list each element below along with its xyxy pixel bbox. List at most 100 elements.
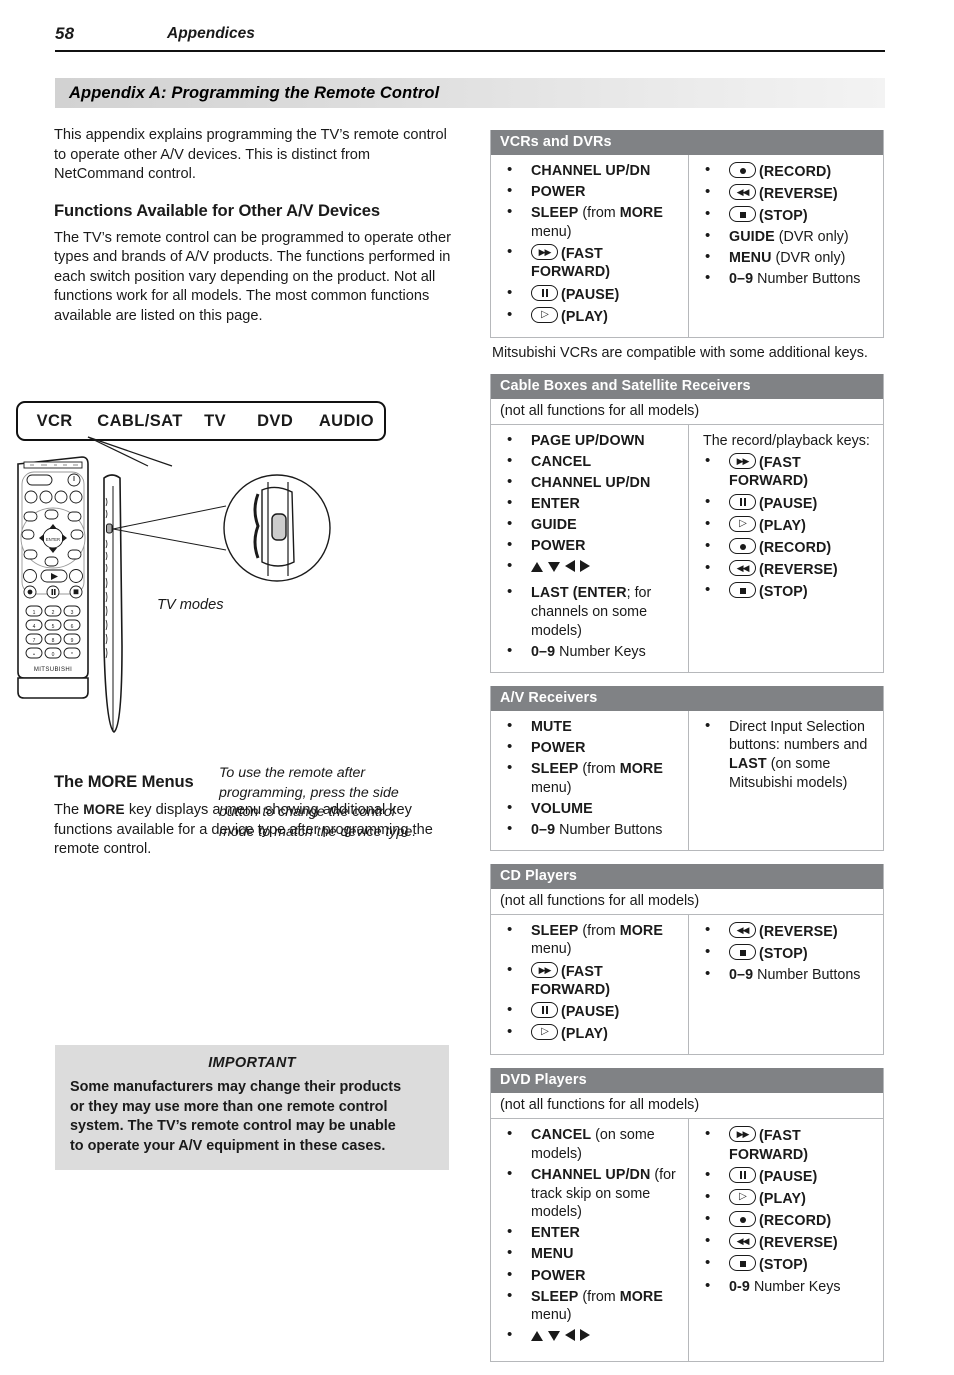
table-column-left: CHANNEL UP/DNPOWERSLEEP (from MORE menu)…	[491, 155, 689, 337]
key-list-item: ENTER	[499, 1223, 682, 1243]
svg-text:2: 2	[52, 610, 55, 616]
table-body: MUTEPOWERSLEEP (from MORE menu)VOLUME0–9…	[491, 710, 883, 850]
fast-forward-icon: ▶▶	[729, 452, 756, 469]
key-list-item: ◀◀(REVERSE)	[697, 1232, 877, 1253]
table-body: PAGE UP/DOWNCANCELCHANNEL UP/DNENTERGUID…	[491, 424, 883, 672]
table-body: SLEEP (from MORE menu)▶▶(FAST FORWARD)(P…	[491, 914, 883, 1055]
key-list-item: (PAUSE)	[697, 1166, 877, 1187]
key-list-item: MENU	[499, 1244, 682, 1264]
key-list-item: ▶▶(FAST FORWARD)	[697, 452, 877, 491]
table-spacer	[490, 1362, 884, 1375]
table-spacer	[490, 851, 884, 864]
key-list-item: ▶▶(FAST FORWARD)	[697, 1125, 877, 1164]
key-list-item: CANCEL	[499, 452, 682, 472]
key-list-item: SLEEP (from MORE menu)	[499, 203, 682, 241]
svg-text:ENTER: ENTER	[46, 537, 60, 542]
key-list-item: 0-9 Number Keys	[697, 1277, 877, 1297]
more-key-label: MORE	[83, 802, 125, 817]
key-list-item: VOLUME	[499, 799, 682, 819]
key-list: ▶▶(FAST FORWARD)(PAUSE)▷(PLAY)(RECORD)◀◀…	[697, 1125, 877, 1297]
important-box: IMPORTANT Some manufacturers may change …	[55, 1045, 449, 1170]
key-list-item: 0–9 Number Keys	[499, 642, 682, 662]
key-list-item: POWER	[499, 1266, 682, 1286]
table-spacer	[490, 1055, 884, 1068]
table-spacer	[490, 361, 884, 374]
reverse-icon: ◀◀	[729, 184, 756, 201]
table-column-right: The record/playback keys: ▶▶(FAST FORWARD…	[689, 425, 883, 672]
table-spacer	[490, 673, 884, 686]
svg-text:6: 6	[71, 624, 74, 630]
key-list-item: ▷(PLAY)	[697, 515, 877, 536]
key-list-item: SLEEP (from MORE menu)	[499, 759, 682, 797]
table-note: (not all functions for all models)	[491, 888, 883, 915]
key-list-item: 0–9 Number Buttons	[499, 820, 682, 840]
direction-arrows-icon	[531, 1329, 595, 1351]
table-header: CD Players	[491, 863, 883, 889]
fast-forward-icon: ▶▶	[729, 1126, 756, 1143]
pause-icon	[729, 493, 756, 510]
key-list-item: MUTE	[499, 717, 682, 737]
key-list-item: ▷(PLAY)	[499, 306, 682, 327]
table-header: A/V Receivers	[491, 685, 883, 711]
remote-front-view: ENTER 1 2 3 4 5 6 7 8 9 • 0 * MITSUBISHI	[17, 456, 89, 699]
key-list-item: (RECORD)	[697, 161, 877, 182]
table-column-left: CANCEL (on some models)CHANNEL UP/DN (fo…	[491, 1119, 689, 1362]
key-list-item: PAGE UP/DOWN	[499, 431, 682, 451]
table-note: (not all functions for all models)	[491, 398, 883, 425]
key-list-item	[499, 557, 682, 582]
key-list-item: (PAUSE)	[499, 284, 682, 305]
reverse-icon: ◀◀	[729, 1233, 756, 1250]
key-list-item: GUIDE	[499, 515, 682, 535]
table-body: CANCEL (on some models)CHANNEL UP/DN (fo…	[491, 1119, 883, 1362]
key-list-item: 0–9 Number Buttons	[697, 965, 877, 985]
header-rule	[55, 50, 885, 52]
key-list-item: 0–9 Number Buttons	[697, 269, 877, 289]
document-page: 58 Appendices Appendix A: Programming th…	[0, 0, 954, 1363]
table-column-left: MUTEPOWERSLEEP (from MORE menu)VOLUME0–9…	[491, 710, 689, 850]
stop-icon	[729, 206, 756, 223]
magnifier-callout	[112, 474, 331, 582]
key-list-item: SLEEP (from MORE menu)	[499, 1287, 682, 1325]
stop-icon	[729, 943, 756, 960]
play-icon: ▷	[729, 1189, 756, 1206]
more-text-before: The	[54, 802, 84, 818]
remote-brand-label: MITSUBISHI	[34, 667, 72, 673]
fast-forward-icon: ▶▶	[531, 961, 558, 978]
key-list-item: ▶▶(FAST FORWARD)	[499, 961, 682, 1000]
key-list-item: POWER	[499, 738, 682, 758]
table-column-left: SLEEP (from MORE menu)▶▶(FAST FORWARD)(P…	[491, 914, 689, 1055]
table: CD Players (not all functions for all mod…	[490, 863, 884, 1056]
key-list-item: CHANNEL UP/DN	[499, 161, 682, 181]
key-list-item: (STOP)	[697, 205, 877, 226]
svg-text:*: *	[71, 652, 73, 658]
record-icon	[729, 1211, 756, 1228]
key-list-item: ▷(PLAY)	[499, 1023, 682, 1044]
key-list: Direct Input Selection buttons: numbers …	[697, 717, 877, 792]
device-function-tables: VCRs and DVRsCHANNEL UP/DNPOWERSLEEP (fr…	[490, 130, 884, 1375]
remote-figure: VCR CABL/SAT TV DVD AUDIO ENTER 1 2 3 4 …	[0, 126, 416, 840]
section-title: Appendices	[167, 25, 255, 42]
record-icon	[729, 537, 756, 554]
play-icon: ▷	[531, 306, 558, 323]
table-after-note: Mitsubishi VCRs are compatible with some…	[492, 344, 868, 361]
more-menus-paragraph: The MORE key displays a menu showing add…	[54, 800, 458, 860]
key-list: CANCEL (on some models)CHANNEL UP/DN (fo…	[499, 1125, 682, 1351]
svg-text:7: 7	[33, 638, 36, 644]
reverse-icon: ◀◀	[729, 559, 756, 576]
heading-more-menus: The MORE Menus	[54, 772, 194, 791]
pause-icon	[729, 1167, 756, 1184]
running-head: 58 Appendices	[55, 24, 885, 54]
tv-modes-label: TV modes	[157, 597, 224, 613]
svg-text:•: •	[33, 652, 35, 658]
svg-text:8: 8	[52, 638, 55, 644]
record-icon	[729, 162, 756, 178]
key-list-item: ENTER	[499, 494, 682, 514]
table: Cable Boxes and Satellite Receivers (not …	[490, 373, 884, 673]
svg-text:5: 5	[52, 624, 55, 630]
key-list-item: ◀◀(REVERSE)	[697, 921, 877, 942]
key-list-item: (PAUSE)	[499, 1001, 682, 1022]
key-list-item: POWER	[499, 536, 682, 556]
page-number: 58	[55, 24, 75, 43]
table-note: (not all functions for all models)	[491, 1093, 883, 1120]
table-column-right: Direct Input Selection buttons: numbers …	[689, 711, 883, 850]
